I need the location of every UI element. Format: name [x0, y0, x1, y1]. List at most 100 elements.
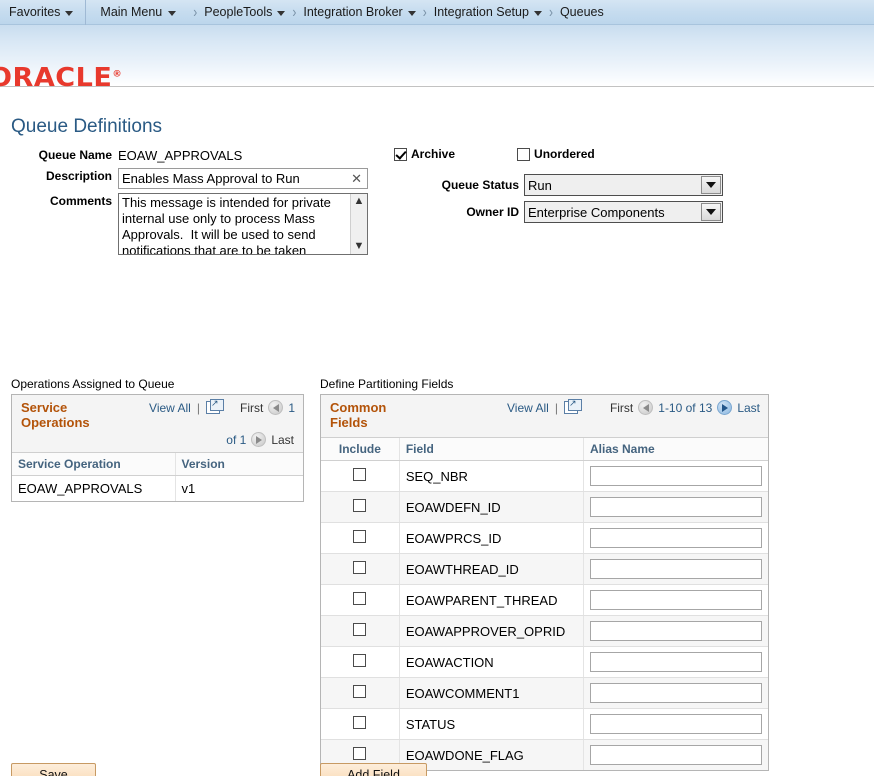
include-checkbox[interactable]	[353, 747, 367, 760]
view-all-link[interactable]: View All	[149, 401, 191, 415]
field-row-queue-status: Queue Status Run	[394, 174, 723, 196]
table-row: SEQ_NBR	[321, 460, 768, 492]
alias-name-input[interactable]	[590, 466, 762, 486]
add-field-button[interactable]: Add Field	[320, 763, 427, 776]
oracle-logo: ORACLE®	[0, 65, 122, 91]
alias-name-input[interactable]	[590, 652, 762, 672]
service-operations-panel: Operations Assigned to Queue Service Ope…	[11, 377, 304, 502]
service-operations-table: Service Operation Version EOAW_APPROVALS…	[12, 453, 303, 501]
breadcrumb-separator: ›	[548, 2, 553, 22]
alias-name-input[interactable]	[590, 745, 762, 765]
cell-field: EOAWDEFN_ID	[399, 491, 585, 523]
cell-field: EOAWCOMMENT1	[399, 677, 585, 709]
alias-name-input[interactable]	[590, 714, 762, 734]
cell-include	[321, 615, 400, 647]
table-row: EOAW_APPROVALS v1	[12, 475, 303, 501]
queue-name-value: EOAW_APPROVALS	[118, 148, 243, 163]
table-row: EOAWPARENT_THREAD	[321, 584, 768, 616]
include-checkbox[interactable]	[353, 623, 367, 636]
include-checkbox[interactable]	[353, 685, 367, 698]
archive-checkbox[interactable]	[394, 147, 407, 161]
table-row: EOAWAPPROVER_OPRID	[321, 615, 768, 647]
breadcrumb-label: Queues	[559, 5, 604, 19]
tool-divider: |	[196, 400, 200, 415]
queue-name-label: Queue Name	[38, 148, 112, 162]
service-operations-caption: Operations Assigned to Queue	[11, 377, 175, 391]
unordered-checkbox[interactable]	[517, 147, 531, 161]
owner-id-label: Owner ID	[466, 205, 519, 219]
chevron-down-icon[interactable]	[701, 176, 721, 194]
cell-alias-name	[583, 460, 768, 492]
queue-options-panel: Archive Unordered Queue Status Run Owner…	[394, 147, 723, 228]
include-checkbox[interactable]	[353, 716, 367, 729]
cell-include	[321, 708, 400, 740]
table-row: EOAWTHREAD_ID	[321, 553, 768, 585]
comments-textarea[interactable]	[118, 193, 368, 255]
unordered-label: Unordered	[534, 147, 595, 161]
breadcrumb-integration-broker[interactable]: Integration Broker	[303, 5, 416, 19]
include-checkbox[interactable]	[353, 654, 367, 667]
breadcrumb-separator: ›	[292, 2, 297, 22]
nav-favorites[interactable]: Favorites	[0, 0, 87, 25]
chevron-down-icon[interactable]	[701, 203, 721, 221]
expand-grid-icon[interactable]	[205, 398, 224, 414]
pager-last-label[interactable]: Last	[271, 433, 294, 447]
column-header-alias-name: Alias Name	[583, 438, 768, 461]
alias-name-input[interactable]	[590, 497, 762, 517]
description-label: Description	[45, 169, 112, 183]
owner-id-select[interactable]: Enterprise Components	[524, 201, 723, 223]
clear-icon[interactable]: ✕	[351, 170, 362, 187]
comments-label: Comments	[49, 194, 112, 208]
table-row: EOAWPRCS_ID	[321, 522, 768, 554]
pager-prev-button	[638, 400, 654, 415]
breadcrumb-integration-setup[interactable]: Integration Setup	[434, 5, 542, 19]
breadcrumb-peopletools[interactable]: PeopleTools	[204, 5, 286, 19]
view-all-link[interactable]: View All	[507, 401, 549, 415]
chevron-down-icon	[65, 10, 74, 16]
alias-name-input[interactable]	[590, 528, 762, 548]
cell-alias-name	[583, 708, 768, 740]
comments-textarea-wrap: ▲ ▼	[118, 193, 368, 258]
pager-first-label[interactable]: First	[240, 401, 263, 415]
queue-status-select[interactable]: Run	[524, 174, 723, 196]
chevron-up-icon[interactable]: ▲	[354, 196, 365, 207]
cell-include	[321, 491, 400, 523]
include-checkbox[interactable]	[353, 530, 367, 543]
pager-last-label[interactable]: Last	[737, 401, 760, 415]
include-checkbox[interactable]	[353, 592, 367, 605]
include-checkbox[interactable]	[353, 561, 367, 574]
service-operations-grid: Service Operations View All | First 1 of…	[11, 394, 304, 502]
alias-name-input[interactable]	[590, 590, 762, 610]
include-checkbox[interactable]	[353, 499, 367, 512]
cell-service-operation[interactable]: EOAW_APPROVALS	[12, 475, 176, 501]
nav-main-menu[interactable]: Main Menu	[86, 0, 186, 25]
pager-first-label[interactable]: First	[610, 401, 633, 415]
expand-grid-icon[interactable]	[563, 398, 582, 414]
chevron-down-icon[interactable]: ▼	[354, 241, 365, 252]
table-row: EOAWCOMMENT1	[321, 677, 768, 709]
archive-label: Archive	[411, 147, 456, 161]
breadcrumb-separator: ›	[193, 2, 198, 22]
queue-definition-form: Queue Name EOAW_APPROVALS Description ✕ …	[0, 147, 874, 262]
common-fields-table-body: SEQ_NBR EOAWDEFN_ID EOAWPRCS_ID EOAWTHREAD_…	[321, 460, 769, 771]
pager-prev-button	[268, 400, 284, 415]
cell-alias-name	[584, 740, 769, 771]
save-button[interactable]: Save	[11, 763, 96, 776]
common-fields-pager: First 1-10 of 13 Last	[610, 400, 760, 415]
column-header-include: Include	[321, 438, 400, 461]
cell-include	[321, 460, 400, 492]
breadcrumb-label: PeopleTools	[204, 5, 273, 19]
cell-alias-name	[583, 522, 768, 554]
cell-alias-name	[583, 646, 768, 678]
alias-name-input[interactable]	[590, 559, 762, 579]
chevron-down-icon	[168, 10, 177, 16]
alias-name-input[interactable]	[590, 621, 762, 641]
alias-name-input[interactable]	[590, 683, 762, 703]
comments-scrollbar[interactable]: ▲ ▼	[350, 194, 367, 254]
description-input[interactable]	[118, 168, 368, 189]
cell-include	[321, 646, 400, 678]
table-header-row: Include Field Alias Name	[321, 438, 768, 461]
include-checkbox[interactable]	[353, 468, 367, 481]
pager-next-button[interactable]	[717, 400, 733, 415]
cell-field: STATUS	[399, 708, 585, 740]
